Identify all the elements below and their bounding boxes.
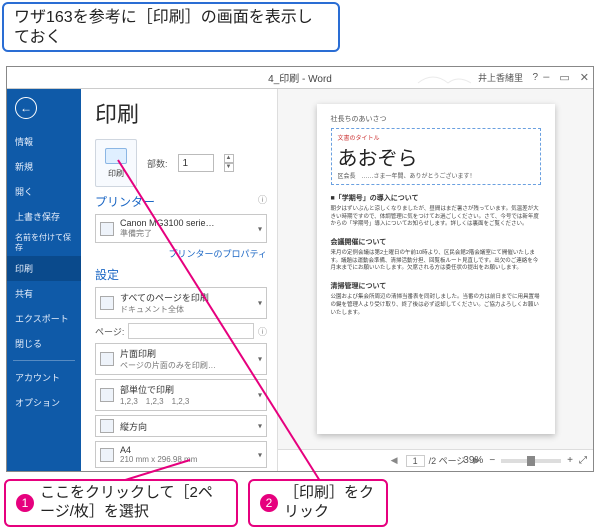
- spin-up-icon[interactable]: ▲: [224, 154, 234, 163]
- sidebar-item-export[interactable]: エクスポート: [7, 306, 81, 331]
- print-button[interactable]: 印刷: [95, 139, 137, 187]
- page-number-input[interactable]: 1: [406, 455, 425, 467]
- sidebar-item-save[interactable]: 上書き保存: [7, 204, 81, 229]
- doc-topline: 社長ちのあいさつ: [331, 114, 541, 124]
- print-preview-panel: 社長ちのあいさつ 文書のタイトル あおぞら 区会長 ……さま一年間、ありがとうご…: [277, 89, 593, 471]
- chevron-down-icon: ▾: [258, 299, 262, 308]
- printer-status: 準備完了: [120, 228, 250, 239]
- print-button-label: 印刷: [108, 168, 124, 179]
- minimize-button[interactable]: –: [543, 71, 549, 84]
- backstage-sidebar: ← 情報 新規 開く 上書き保存 名前を付けて保存 印刷 共有 エクスポート 閉…: [7, 89, 81, 471]
- chevron-down-icon: ▾: [258, 450, 262, 459]
- callout-text-1: ここをクリックして［2ページ/枚］を選択: [40, 484, 226, 522]
- preview-footer: ◀ 1 /2 ページ ▶ 39% − + ⤢: [278, 449, 593, 471]
- doc-h1: ■「学期号」の導入について: [331, 193, 541, 203]
- sidebar-separator: [13, 360, 75, 361]
- prev-page-button[interactable]: ◀: [387, 455, 402, 466]
- sidebar-item-close[interactable]: 閉じる: [7, 331, 81, 356]
- sidebar-item-print[interactable]: 印刷: [7, 256, 81, 281]
- copies-spinner[interactable]: ▲ ▼: [224, 154, 234, 172]
- doc-subtitle: 区会長 ……さま一年間、ありがとうございます！: [338, 171, 534, 180]
- callout-number-1: 1: [16, 494, 34, 512]
- printer-icon: [105, 148, 127, 164]
- chevron-down-icon: ▾: [258, 391, 262, 400]
- back-arrow-icon: ←: [20, 101, 32, 115]
- settings-section-heading: 設定: [95, 266, 267, 283]
- zoom-in-button[interactable]: +: [567, 455, 573, 466]
- zoom-slider[interactable]: [501, 459, 561, 463]
- sidebar-item-options[interactable]: オプション: [7, 390, 81, 415]
- instruction-text: ワザ163を参考に［印刷］の画面を表示しておく: [14, 9, 313, 46]
- maximize-button[interactable]: ▭: [559, 71, 569, 84]
- doc-h3: 清掃管理について: [331, 281, 541, 291]
- document-preview: 社長ちのあいさつ 文書のタイトル あおぞら 区会長 ……さま一年間、ありがとうご…: [317, 104, 555, 434]
- print-scope-selector[interactable]: すべてのページを印刷 ドキュメント全体 ▾: [95, 287, 267, 319]
- back-button[interactable]: ←: [15, 97, 37, 119]
- close-button[interactable]: ✕: [580, 71, 589, 84]
- doc-p1: 朝夕はずいぶんと涼しくなりましたが、昼間はまだ暑さが残っています。気温差が大きい…: [331, 206, 541, 229]
- sides-selector[interactable]: 片面印刷 ページの片面のみを印刷… ▾: [95, 343, 267, 375]
- pages-input[interactable]: [128, 323, 254, 339]
- preview-area: 社長ちのあいさつ 文書のタイトル あおぞら 区会長 ……さま一年間、ありがとうご…: [278, 89, 593, 449]
- collate-selector[interactable]: 部単位で印刷 1,2,3 1,2,3 1,2,3 ▾: [95, 379, 267, 411]
- doc-stamp: 文書のタイトル: [338, 133, 534, 142]
- orientation-selector[interactable]: 縦方向 ▾: [95, 415, 267, 437]
- copies-input[interactable]: 1: [178, 154, 214, 172]
- callout-number-2: 2: [260, 494, 278, 512]
- pages-label: ページ:: [95, 325, 124, 338]
- titlebar: 4_印刷 - Word 井上香緒里 ? – ▭ ✕: [7, 67, 593, 89]
- printer-properties-link[interactable]: プリンターのプロパティ: [95, 247, 267, 260]
- doc-p3: 公園および集会所周辺の清掃当番表を同封しました。当番の方は前日までに用具置場の鍵…: [331, 294, 541, 317]
- word-window: 4_印刷 - Word 井上香緒里 ? – ▭ ✕ ← 情報 新規 開く 上書き…: [6, 66, 594, 472]
- copies-label: 部数:: [147, 157, 168, 170]
- printer-selector[interactable]: Canon MG3100 serie… 準備完了 ▾: [95, 214, 267, 243]
- page-count-label: /2 ページ: [429, 454, 466, 467]
- chevron-down-icon: ▾: [258, 422, 262, 431]
- doc-title-box: 文書のタイトル あおぞら 区会長 ……さま一年間、ありがとうございます！: [331, 128, 541, 185]
- single-side-icon: [100, 352, 114, 366]
- collate-icon: [100, 388, 114, 402]
- page-title: 印刷: [95, 97, 267, 129]
- chevron-down-icon: ▾: [258, 355, 262, 364]
- ribbon-decoration: [413, 69, 473, 87]
- window-title: 4_印刷 - Word: [268, 70, 332, 85]
- paper-icon: [100, 448, 114, 462]
- sidebar-item-open[interactable]: 開く: [7, 179, 81, 204]
- doc-title: あおぞら: [338, 142, 534, 171]
- instruction-callout-1: 1 ここをクリックして［2ページ/枚］を選択: [4, 479, 238, 527]
- printer-name: Canon MG3100 serie…: [120, 218, 250, 228]
- sidebar-item-account[interactable]: アカウント: [7, 365, 81, 390]
- doc-h2: 会議開催について: [331, 237, 541, 247]
- instruction-callout-top: ワザ163を参考に［印刷］の画面を表示しておく: [2, 2, 340, 52]
- copies-value: 1: [183, 158, 189, 169]
- zoom-controls: 39% − + ⤢: [463, 455, 587, 466]
- info-icon[interactable]: ⓘ: [258, 193, 267, 206]
- sidebar-item-saveas[interactable]: 名前を付けて保存: [7, 229, 81, 256]
- print-settings-panel: 印刷 印刷 部数: 1 ▲ ▼ プリンター: [81, 89, 277, 471]
- pages-icon: [100, 296, 114, 310]
- zoom-percent: 39%: [463, 455, 483, 466]
- info-icon[interactable]: ⓘ: [258, 325, 267, 338]
- portrait-icon: [100, 419, 114, 433]
- sidebar-item-info[interactable]: 情報: [7, 129, 81, 154]
- spin-down-icon[interactable]: ▼: [224, 163, 234, 172]
- sidebar-item-share[interactable]: 共有: [7, 281, 81, 306]
- callout-text-2: ［印刷］をクリック: [284, 484, 376, 522]
- user-name[interactable]: 井上香緒里: [478, 71, 523, 84]
- fit-page-button[interactable]: ⤢: [579, 455, 587, 466]
- sidebar-item-new[interactable]: 新規: [7, 154, 81, 179]
- chevron-down-icon: ▾: [258, 224, 262, 233]
- doc-p2: 来月の定例会議は第2土曜日の午前10時より、区民会館2階会議室にて開催いたします…: [331, 250, 541, 273]
- zoom-slider-knob[interactable]: [527, 456, 535, 466]
- zoom-out-button[interactable]: −: [489, 455, 495, 466]
- paper-size-selector[interactable]: A4 210 mm x 296.98 mm ▾: [95, 441, 267, 468]
- help-icon[interactable]: ?: [532, 72, 538, 83]
- instruction-callout-2: 2 ［印刷］をクリック: [248, 479, 388, 527]
- window-controls: – ▭ ✕: [543, 71, 589, 84]
- printer-device-icon: [100, 222, 114, 236]
- printer-section-heading: プリンター ⓘ: [95, 193, 267, 210]
